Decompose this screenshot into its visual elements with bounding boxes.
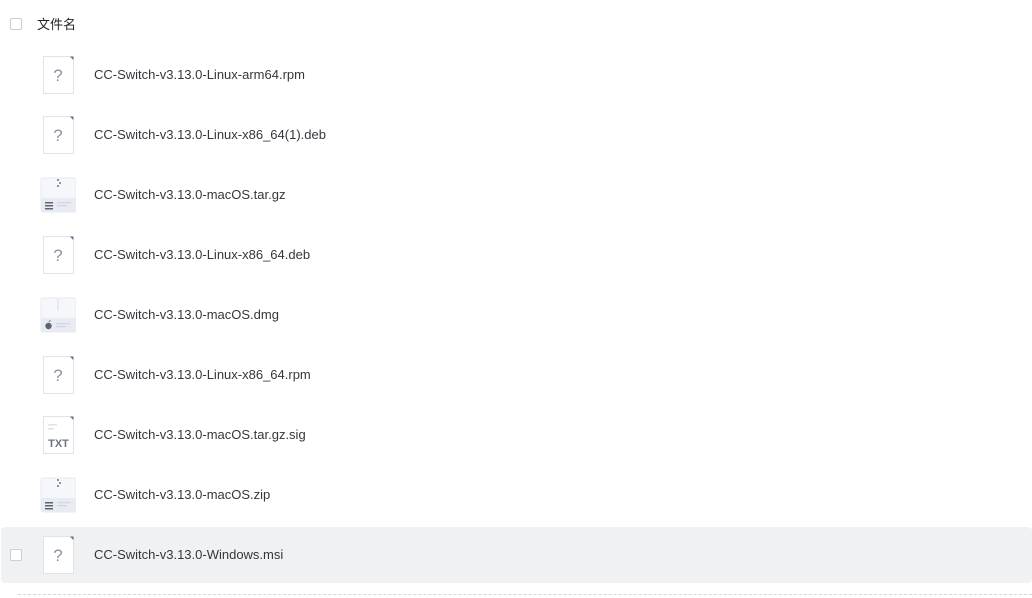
select-all-checkbox[interactable] <box>10 18 22 30</box>
file-row[interactable]: TXT CC-Switch-v3.13.0-macOS.tar.gz.sig <box>1 407 1032 463</box>
file-name[interactable]: CC-Switch-v3.13.0-Windows.msi <box>94 546 283 564</box>
file-row[interactable]: ? CC-Switch-v3.13.0-Linux-x86_64.deb <box>1 227 1032 283</box>
file-name[interactable]: CC-Switch-v3.13.0-macOS.zip <box>94 486 270 504</box>
file-row[interactable]: CC-Switch-v3.13.0-macOS.dmg <box>1 287 1032 343</box>
file-list-header: 文件名 <box>0 0 1032 50</box>
svg-text:?: ? <box>53 126 62 145</box>
svg-text:?: ? <box>53 66 62 85</box>
svg-text:?: ? <box>53 366 62 385</box>
row-checkbox[interactable] <box>10 549 22 561</box>
file-name[interactable]: CC-Switch-v3.13.0-Linux-x86_64.rpm <box>94 366 311 384</box>
file-row[interactable]: CC-Switch-v3.13.0-macOS.tar.gz <box>1 167 1032 223</box>
archive-file-icon <box>40 176 77 214</box>
svg-text:?: ? <box>53 246 62 265</box>
file-row[interactable]: ? CC-Switch-v3.13.0-Linux-x86_64.rpm <box>1 347 1032 403</box>
unknown-file-icon: ? <box>40 236 76 274</box>
file-name[interactable]: CC-Switch-v3.13.0-macOS.tar.gz.sig <box>94 426 306 444</box>
unknown-file-icon: ? <box>40 56 76 94</box>
file-row[interactable]: CC-Switch-v3.13.0-macOS.zip <box>1 467 1032 523</box>
unknown-file-icon: ? <box>40 356 76 394</box>
list-divider <box>18 594 1032 595</box>
svg-text:?: ? <box>53 546 62 565</box>
file-row[interactable]: ? CC-Switch-v3.13.0-Linux-arm64.rpm <box>1 47 1032 103</box>
unknown-file-icon: ? <box>40 536 76 574</box>
dmg-file-icon <box>40 296 77 334</box>
file-name[interactable]: CC-Switch-v3.13.0-macOS.dmg <box>94 306 279 324</box>
txt-file-icon: TXT <box>40 416 76 454</box>
svg-text:TXT: TXT <box>48 438 69 450</box>
file-list: 文件名 ? CC-Switch-v3.13.0-Linux-arm64.rpm … <box>0 0 1032 598</box>
unknown-file-icon: ? <box>40 116 76 154</box>
file-name[interactable]: CC-Switch-v3.13.0-Linux-x86_64(1).deb <box>94 126 326 144</box>
file-name[interactable]: CC-Switch-v3.13.0-macOS.tar.gz <box>94 186 285 204</box>
archive-file-icon <box>40 476 77 514</box>
file-name[interactable]: CC-Switch-v3.13.0-Linux-arm64.rpm <box>94 66 305 84</box>
filename-column-header[interactable]: 文件名 <box>37 16 76 34</box>
file-row[interactable]: ? CC-Switch-v3.13.0-Linux-x86_64(1).deb <box>1 107 1032 163</box>
file-name[interactable]: CC-Switch-v3.13.0-Linux-x86_64.deb <box>94 246 310 264</box>
file-row[interactable]: ? CC-Switch-v3.13.0-Windows.msi <box>1 527 1032 583</box>
